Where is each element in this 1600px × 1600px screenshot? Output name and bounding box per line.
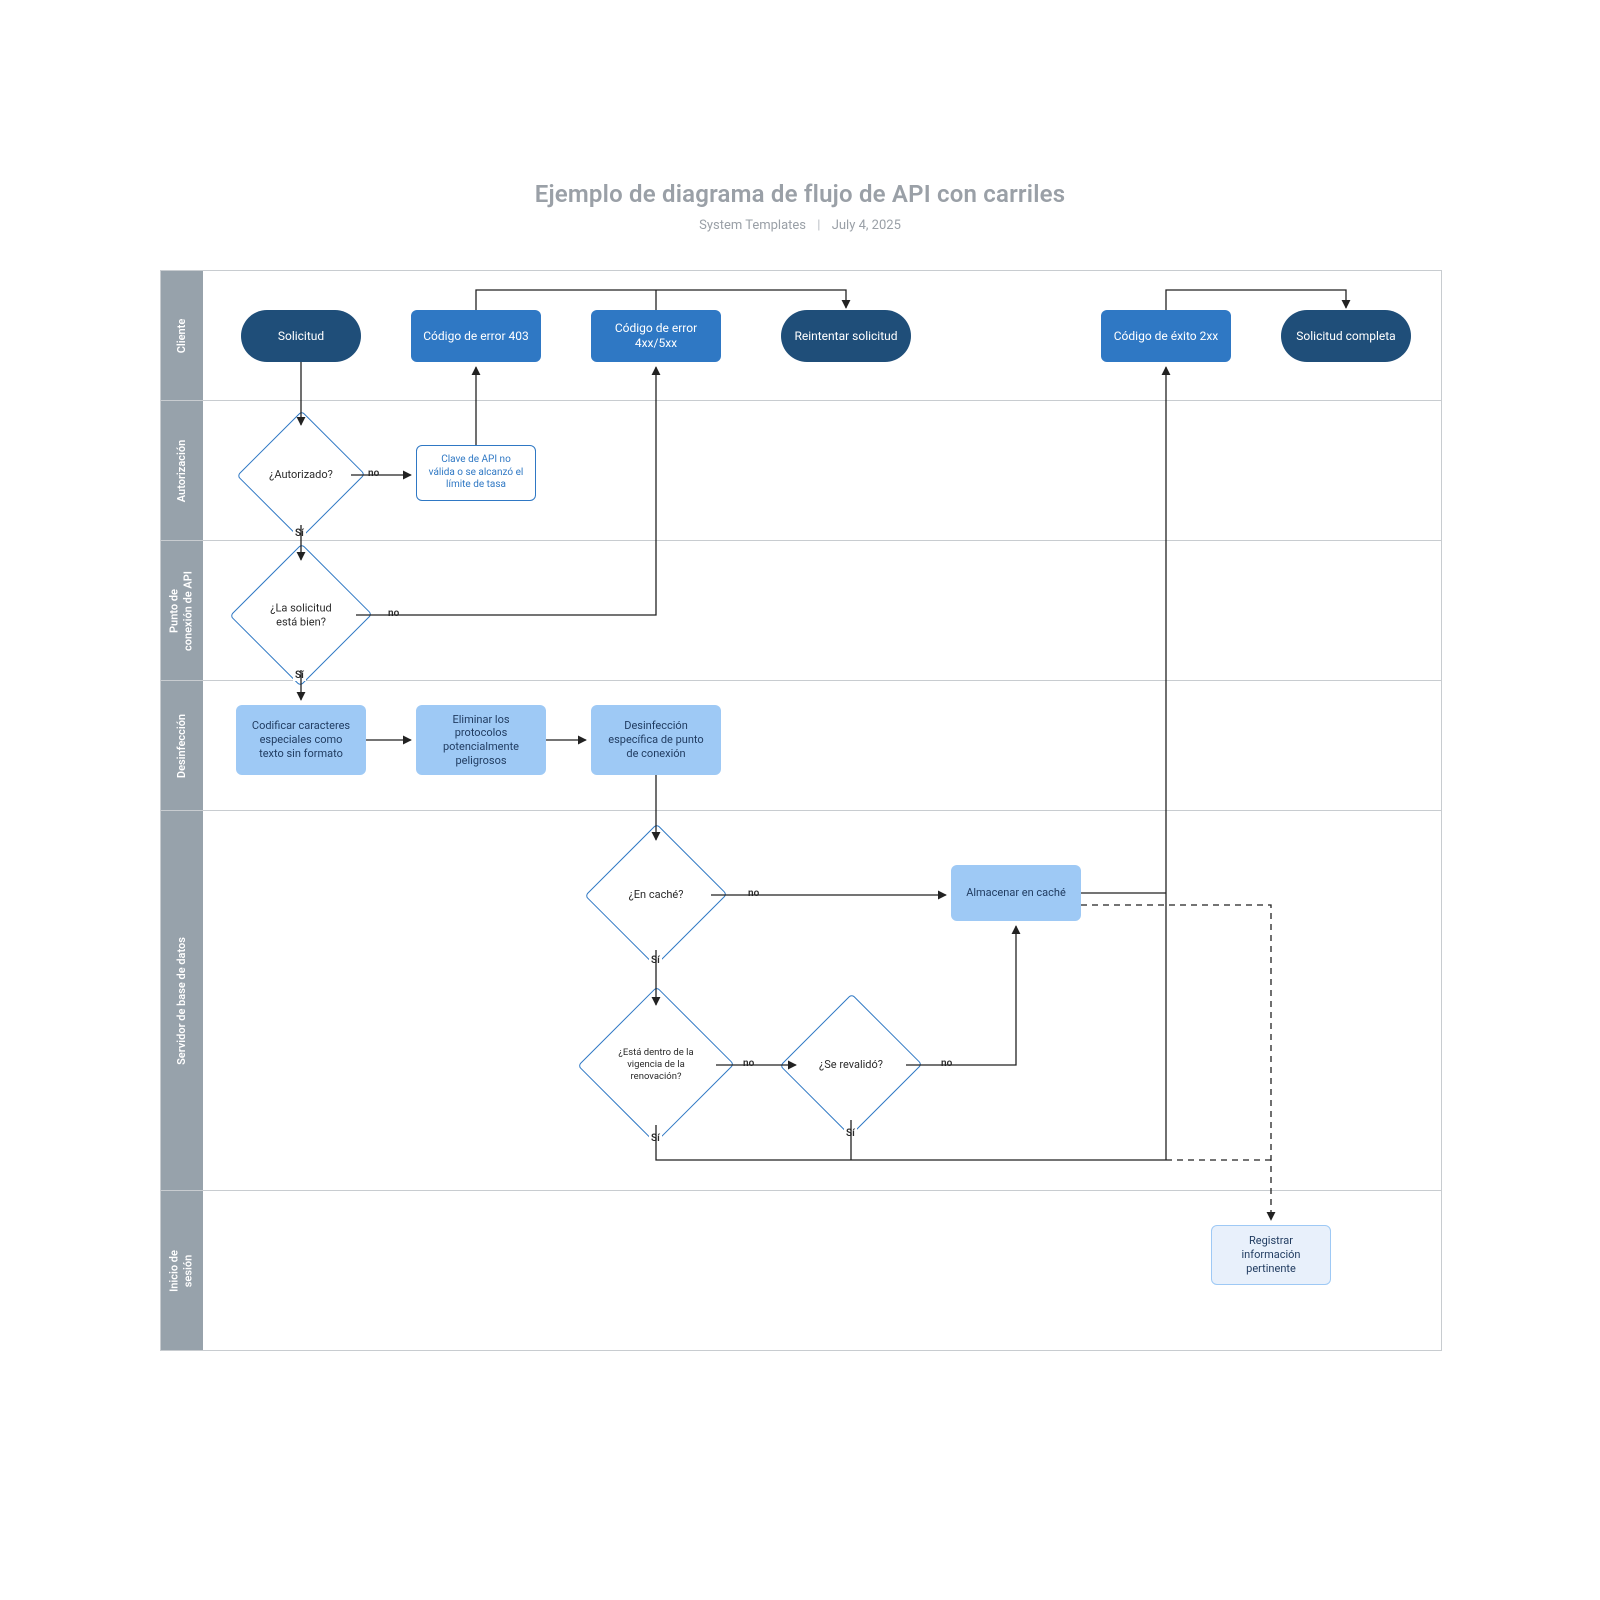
lane-label: Punto de conexión de API [168,571,197,651]
node-endpoint-sanitize[interactable]: Desinfección específica de punto de cone… [591,705,721,775]
edge-label-no: no [386,608,401,619]
edge-label-yes: Sí [649,955,662,966]
node-error-4xx-5xx[interactable]: Código de error 4xx/5xx [591,310,721,362]
edge-label-yes: Sí [293,670,306,681]
node-store-cache[interactable]: Almacenar en caché [951,865,1081,921]
node-label: Registrar información pertinente [1222,1234,1320,1275]
node-label: Codificar caracteres especiales como tex… [246,719,356,760]
lane-label: Autorización [175,439,189,501]
edge-label-no: no [746,888,761,899]
node-label: ¿Se revalidó? [801,1058,901,1072]
edge-label-no: no [741,1058,756,1069]
node-api-key-info[interactable]: Clave de API no válida o se alcanzó el l… [416,445,536,501]
lane-label: Servidor de base de datos [175,937,189,1065]
node-label: Eliminar los protocolos potencialmente p… [426,713,536,768]
edge-label-no: no [366,468,381,479]
node-label: Solicitud [278,329,324,344]
node-error-403[interactable]: Código de error 403 [411,310,541,362]
node-retry-request[interactable]: Reintentar solicitud [781,310,911,362]
node-request-ok-decision[interactable]: ¿La solicitud está bien? [251,565,351,665]
node-label: Código de error 403 [423,329,529,344]
node-authorized-decision[interactable]: ¿Autorizado? [256,430,346,520]
node-strip-protocols[interactable]: Eliminar los protocolos potencialmente p… [416,705,546,775]
edge-label-yes: Sí [293,528,306,539]
node-within-renewal-decision[interactable]: ¿Está dentro de la vigencia de la renova… [601,1010,711,1120]
node-label: Clave de API no válida o se alcanzó el l… [427,454,525,492]
node-request[interactable]: Solicitud [241,310,361,362]
edge-label-no: no [939,1058,954,1069]
node-label: Solicitud completa [1296,329,1395,344]
title-block: Ejemplo de diagrama de flujo de API con … [0,180,1600,233]
node-label: ¿En caché? [606,888,706,902]
author-label: System Templates [699,218,806,233]
lane-label: Inicio de sesión [168,1250,197,1292]
edge-label-yes: Sí [844,1128,857,1139]
node-label: Almacenar en caché [966,886,1066,900]
node-encode-chars[interactable]: Codificar caracteres especiales como tex… [236,705,366,775]
diagram-title: Ejemplo de diagrama de flujo de API con … [0,180,1600,208]
node-label: Desinfección específica de punto de cone… [601,719,711,760]
date-label: July 4, 2025 [832,218,901,233]
node-cached-decision[interactable]: ¿En caché? [606,845,706,945]
node-request-complete[interactable]: Solicitud completa [1281,310,1411,362]
edge-label-yes: Sí [649,1133,662,1144]
lane-label: Desinfección [175,713,189,777]
diagram-subtitle: System Templates | July 4, 2025 [0,218,1600,233]
node-label: Código de éxito 2xx [1114,329,1219,344]
node-label: ¿Está dentro de la vigencia de la renova… [601,1047,711,1083]
node-revalidated-decision[interactable]: ¿Se revalidó? [801,1015,901,1115]
node-label: ¿Autorizado? [256,468,346,482]
lane-label: Cliente [175,318,189,353]
separator-icon: | [817,218,820,233]
node-label: ¿La solicitud está bien? [251,601,351,629]
lane-db: Servidor de base de datos [161,810,1441,1190]
node-success-2xx[interactable]: Código de éxito 2xx [1101,310,1231,362]
node-label: Reintentar solicitud [794,329,897,344]
node-label: Código de error 4xx/5xx [601,321,711,351]
node-log-info[interactable]: Registrar información pertinente [1211,1225,1331,1285]
swimlane-canvas: Cliente Autorización Punto de conexión d… [160,270,1442,1351]
